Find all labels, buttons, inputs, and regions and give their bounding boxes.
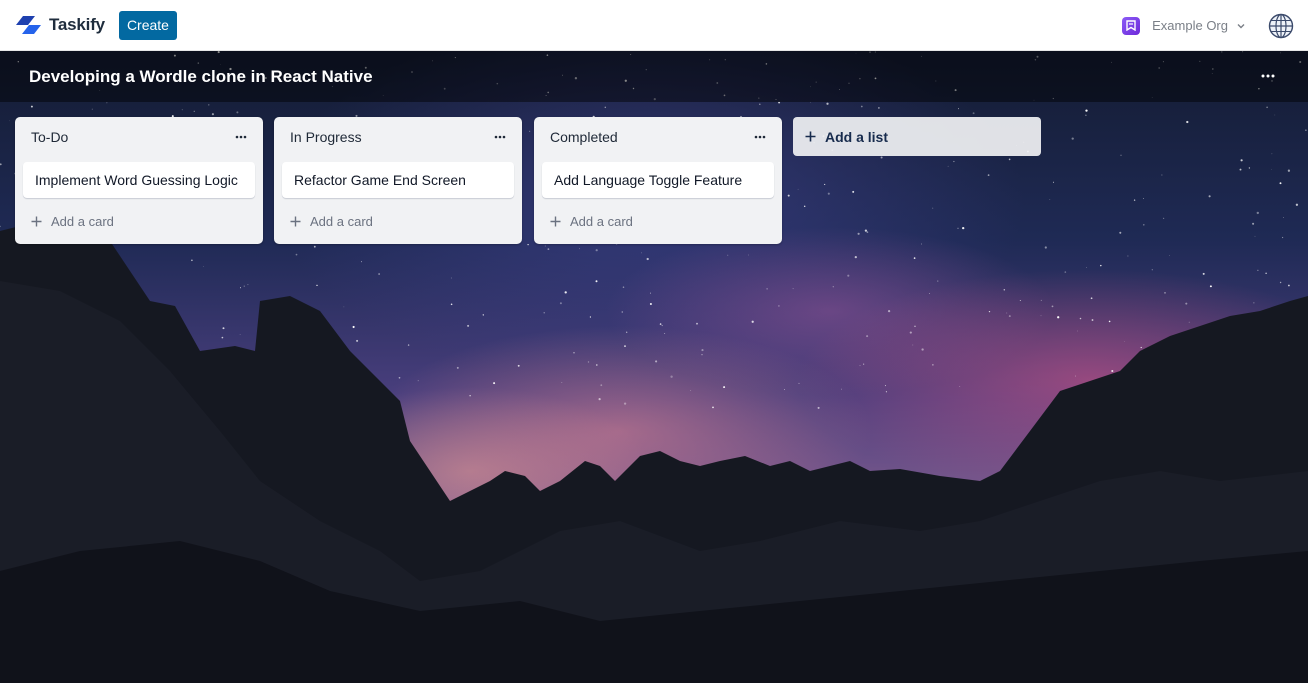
add-card-button[interactable]: Add a card: [550, 214, 633, 229]
card[interactable]: Implement Word Guessing Logic: [23, 162, 255, 198]
list-title[interactable]: In Progress: [290, 129, 362, 145]
plus-icon: [31, 216, 42, 227]
list-in-progress: In Progress Refactor Game End Screen Add…: [274, 117, 522, 244]
org-switcher[interactable]: Example Org: [1122, 16, 1246, 35]
plus-icon: [805, 131, 816, 142]
list-todo: To-Do Implement Word Guessing Logic Add …: [15, 117, 263, 244]
board-title[interactable]: Developing a Wordle clone in React Nativ…: [29, 67, 373, 87]
taskify-logo-icon: [16, 16, 41, 34]
chevron-down-icon: [1236, 21, 1246, 31]
add-list-label: Add a list: [825, 128, 889, 145]
add-list-button[interactable]: Add a list: [793, 117, 1041, 156]
more-horizontal-icon[interactable]: [231, 129, 251, 145]
globe-user-icon[interactable]: [1268, 13, 1294, 39]
plus-icon: [290, 216, 301, 227]
add-card-label: Add a card: [570, 214, 633, 229]
more-horizontal-icon[interactable]: [490, 129, 510, 145]
board-background: Developing a Wordle clone in React Nativ…: [0, 51, 1308, 683]
board-header: Developing a Wordle clone in React Nativ…: [0, 51, 1308, 102]
create-button[interactable]: Create: [118, 10, 177, 40]
list-title[interactable]: To-Do: [31, 129, 68, 145]
list-completed: Completed Add Language Toggle Feature Ad…: [534, 117, 782, 244]
add-card-label: Add a card: [310, 214, 373, 229]
card[interactable]: Refactor Game End Screen: [282, 162, 514, 198]
list-title[interactable]: Completed: [550, 129, 618, 145]
org-avatar-icon: [1122, 16, 1141, 35]
nav-right: Example Org: [1122, 0, 1294, 51]
plus-icon: [550, 216, 561, 227]
more-horizontal-icon[interactable]: [1258, 65, 1278, 87]
card[interactable]: Add Language Toggle Feature: [542, 162, 774, 198]
add-card-label: Add a card: [51, 214, 114, 229]
more-horizontal-icon[interactable]: [750, 129, 770, 145]
app-name: Taskify: [49, 15, 105, 34]
top-navbar: Taskify Create Example Org: [0, 0, 1308, 51]
add-card-button[interactable]: Add a card: [31, 214, 114, 229]
logo[interactable]: Taskify: [16, 15, 105, 35]
add-card-button[interactable]: Add a card: [290, 214, 373, 229]
org-name: Example Org: [1152, 18, 1228, 33]
